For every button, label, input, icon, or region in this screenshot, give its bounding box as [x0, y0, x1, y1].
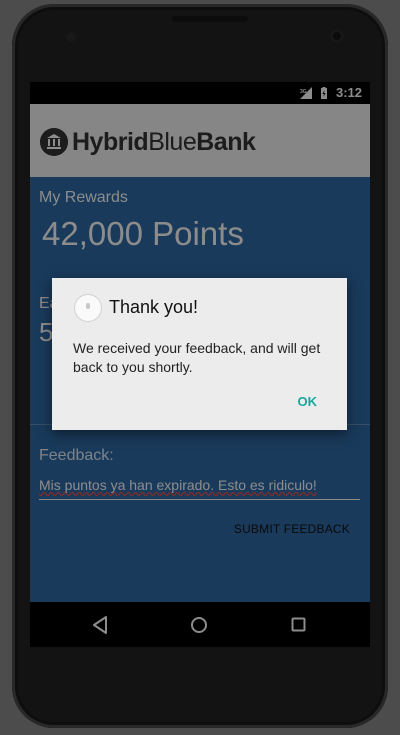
- dialog-message: We received your feedback, and will get …: [73, 340, 321, 375]
- thank-you-dialog: Thank you! We received your feedback, an…: [52, 278, 347, 430]
- dialog-ok-button[interactable]: OK: [298, 394, 318, 409]
- dialog-title: Thank you!: [109, 297, 199, 317]
- feedback-bubble-icon: [74, 294, 102, 322]
